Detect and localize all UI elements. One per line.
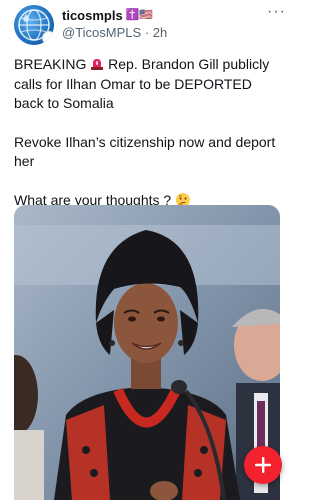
author-handle-row: @TicosMPLS · 2h [62, 25, 167, 40]
tweet-text: BREAKING Rep. Brandon Gill publicly call… [14, 55, 284, 210]
cross-flag-icon: ✝️🇺🇸 [125, 9, 154, 21]
siren-icon [91, 59, 104, 70]
author-name-row: ticosmpls ✝️🇺🇸 [62, 7, 153, 23]
tweet-media-photo[interactable] [14, 205, 280, 500]
globe-avatar[interactable] [14, 5, 54, 45]
author-handle[interactable]: @TicosMPLS [62, 25, 141, 40]
compose-fab-button[interactable] [244, 446, 282, 484]
more-horizontal-icon[interactable]: ··· [267, 4, 286, 20]
avatar-badge-icon [42, 31, 54, 45]
tweet-time[interactable]: 2h [153, 25, 167, 40]
plus-icon [255, 457, 271, 473]
tweet-paragraph-1: BREAKING Rep. Brandon Gill publicly call… [14, 55, 284, 114]
breaking-label: BREAKING [14, 56, 87, 72]
separator-dot: · [144, 25, 150, 40]
tweet-paragraph-2: Revoke Ilhan’s citizenship now and depor… [14, 133, 276, 170]
tweet-header: ticosmpls ✝️🇺🇸 @TicosMPLS · 2h ··· [14, 4, 286, 45]
author-display-name[interactable]: ticosmpls [62, 8, 123, 23]
photo-image [14, 205, 280, 500]
